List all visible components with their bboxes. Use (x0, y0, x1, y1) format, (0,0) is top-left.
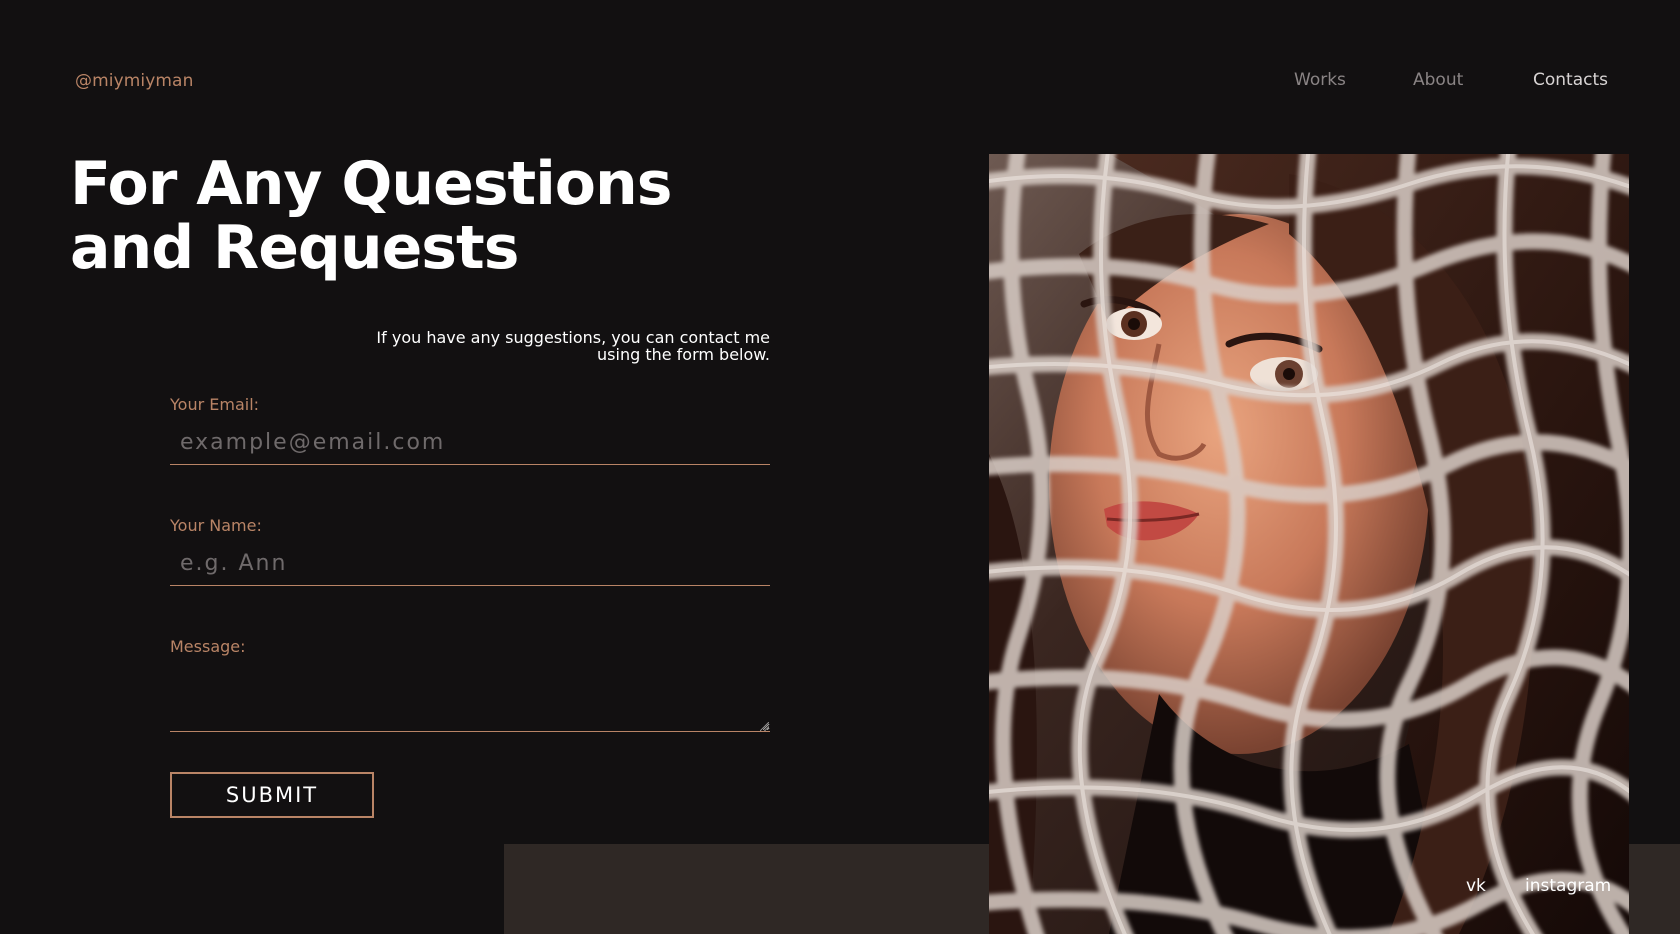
nav-item-contacts[interactable]: Contacts (1533, 70, 1608, 90)
resize-grip-icon[interactable] (760, 722, 769, 731)
contact-page: @miymiyman Works About Contacts For Any … (0, 0, 1680, 934)
message-field[interactable] (170, 664, 770, 732)
intro-line-2: using the form below. (597, 345, 770, 364)
social-link-vk[interactable]: vk (1466, 876, 1486, 896)
email-field[interactable] (170, 421, 770, 465)
name-label: Your Name: (170, 516, 262, 535)
submit-button[interactable]: SUBMIT (170, 772, 374, 818)
message-label: Message: (170, 637, 246, 656)
email-label: Your Email: (170, 395, 260, 414)
page-title-line-1: For Any Questions (70, 149, 672, 219)
portrait-photo (989, 154, 1629, 934)
social-link-instagram[interactable]: instagram (1525, 876, 1611, 896)
top-nav: Works About Contacts (0, 70, 1680, 100)
page-title: For Any Questions and Requests (70, 149, 672, 283)
nav-item-about[interactable]: About (1413, 70, 1463, 90)
page-title-line-2: and Requests (70, 213, 519, 283)
name-field[interactable] (170, 542, 770, 586)
portrait-photo-art (989, 154, 1629, 934)
intro-text: If you have any suggestions, you can con… (330, 329, 770, 363)
nav-item-works[interactable]: Works (1294, 70, 1346, 90)
